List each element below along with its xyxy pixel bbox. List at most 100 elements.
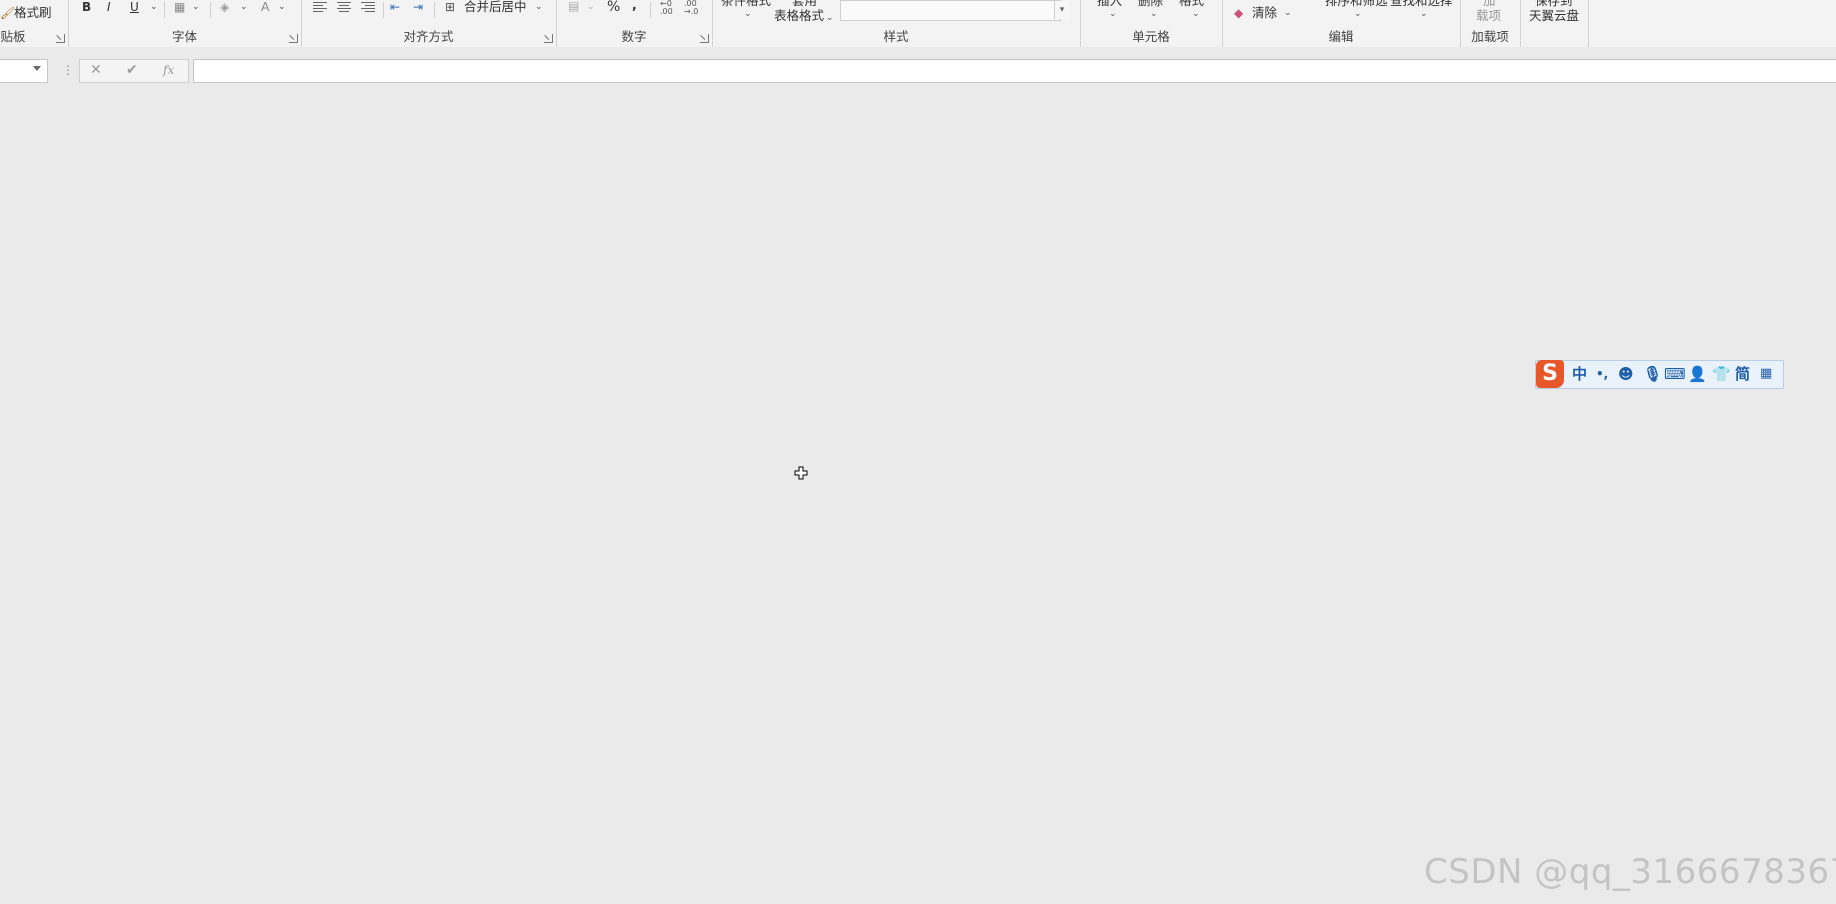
decrease-decimal-icon[interactable]: .00 →.0 (684, 0, 698, 16)
editing-group: ◆ 清除 ⌄ 排序和筛选 ⌄ 查找和选择 ⌄ 编辑 (1222, 0, 1461, 47)
styles-group-label: 样式 (883, 29, 909, 44)
addins-group: 加 载项 加载项 (1460, 0, 1521, 47)
resize-handle-icon[interactable]: ⋮ (62, 63, 74, 77)
styles-group: 条件格式 ⌄ 套用 表格格式 ⌄ ▾ 样式 (712, 0, 1081, 47)
fill-color-icon[interactable]: ◈ (220, 1, 229, 13)
clear-dropdown-icon[interactable]: ⌄ (1284, 8, 1292, 18)
insert-button[interactable]: 插入 (1097, 0, 1122, 8)
cells-group-label: 单元格 (1132, 29, 1170, 44)
delete-dropdown-icon[interactable]: ⌄ (1150, 9, 1158, 19)
font-group-label: 字体 (171, 29, 197, 44)
merge-center-button[interactable]: 合并后居中 (464, 0, 527, 14)
fill-color-dropdown-icon[interactable]: ⌄ (240, 2, 248, 12)
cells-group: 插入 ⌄ 删除 ⌄ 格式 ⌄ 单元格 (1080, 0, 1223, 47)
border-dropdown-icon[interactable]: ⌄ (192, 2, 200, 12)
number-launcher-icon[interactable] (700, 34, 709, 43)
sort-filter-button[interactable]: 排序和筛选 (1325, 0, 1388, 8)
find-select-dropdown-icon[interactable]: ⌄ (1420, 9, 1428, 19)
alignment-group-label: 对齐方式 (403, 29, 454, 44)
conditional-format-dropdown-icon[interactable]: ⌄ (744, 9, 752, 19)
bold-button[interactable]: B (82, 0, 91, 14)
align-center-icon[interactable] (337, 2, 351, 12)
formula-input[interactable] (193, 59, 1836, 83)
accounting-format-icon[interactable]: ▤ (568, 0, 579, 12)
addins-button-line1[interactable]: 加 (1483, 0, 1496, 8)
table-format-line1: 套用 (792, 0, 818, 8)
ime-lang-toggle[interactable]: 中 (1572, 364, 1587, 384)
underline-button[interactable]: U (130, 0, 139, 14)
watermark: CSDN @qq_3166678367 (1424, 852, 1836, 892)
cancel-icon[interactable]: ✕ (90, 62, 102, 78)
format-dropdown-icon[interactable]: ⌄ (1192, 9, 1200, 19)
formula-bar: ⋮ ✕ ✔ fx (0, 47, 1836, 95)
cell-styles-gallery[interactable] (840, 0, 1061, 21)
decrease-indent-icon[interactable]: ⇤ (390, 1, 400, 13)
comma-button[interactable]: , (632, 0, 637, 12)
ime-punct-toggle[interactable]: •, (1596, 364, 1608, 384)
separator (383, 2, 384, 18)
eraser-icon: ◆ (1234, 6, 1244, 20)
underline-dropdown-icon[interactable]: ⌄ (150, 2, 158, 12)
conditional-format-button[interactable]: 条件格式 (721, 0, 771, 8)
sort-filter-dropdown-icon[interactable]: ⌄ (1354, 9, 1362, 19)
separator (434, 2, 435, 18)
number-group-label: 数字 (621, 29, 647, 44)
ime-simplified-toggle[interactable]: 简 (1735, 364, 1750, 384)
addins-button-line2[interactable]: 载项 (1476, 9, 1501, 23)
insert-function-icon[interactable]: fx (163, 63, 174, 77)
increase-decimal-icon[interactable]: ←0.00 (660, 0, 673, 16)
border-icon[interactable]: ▦ (174, 1, 185, 13)
font-launcher-icon[interactable] (289, 34, 298, 43)
sogou-logo-icon[interactable]: S (1536, 360, 1564, 388)
toolbox-icon[interactable]: ▦ (1760, 364, 1772, 384)
name-box[interactable] (0, 59, 48, 83)
accounting-dropdown-icon[interactable]: ⌄ (587, 2, 595, 12)
separator (650, 2, 651, 18)
enter-icon[interactable]: ✔ (126, 62, 138, 78)
microphone-icon[interactable]: 🎙 (1643, 364, 1662, 384)
merge-center-icon[interactable]: ⊞ (445, 1, 455, 13)
gallery-more-icon[interactable]: ▾ (1054, 1, 1069, 19)
merge-center-dropdown-icon[interactable]: ⌄ (535, 2, 543, 12)
italic-button[interactable]: I (107, 0, 111, 14)
clipboard-group: 🖌 格式刷 粘贴板 (0, 0, 69, 47)
formula-buttons: ✕ ✔ fx (79, 59, 189, 83)
delete-button[interactable]: 删除 (1138, 0, 1163, 8)
number-group: ▤ ⌄ % , ←0.00 .00 →.0 数字 (556, 0, 713, 47)
cloud-group: 保存到 天翼云盘 (1520, 0, 1589, 47)
table-format-dropdown-icon: ⌄ (826, 13, 834, 23)
clipboard-launcher-icon[interactable] (56, 34, 65, 43)
user-icon[interactable]: 👤 (1688, 364, 1707, 384)
emoji-icon[interactable]: ☻ (1618, 364, 1634, 384)
separator (210, 2, 211, 18)
conditional-format-label: 条件格式 (721, 0, 772, 8)
font-color-button[interactable]: A (261, 0, 270, 14)
format-painter-icon: 🖌 (0, 6, 16, 20)
clipboard-label-text: 粘贴板 (0, 29, 26, 44)
separator (164, 2, 165, 18)
name-box-dropdown-icon[interactable] (33, 66, 41, 71)
clear-button[interactable]: 清除 (1252, 6, 1277, 20)
table-format-button[interactable]: 表格格式 ⌄ (774, 9, 834, 25)
font-group: B I U ⌄ ▦ ⌄ ◈ ⌄ A ⌄ 字体 (68, 0, 302, 47)
table-format-label: 表格格式 (774, 8, 825, 23)
alignment-group: ⇤ ⇥ ⊞ 合并后居中 ⌄ 对齐方式 (301, 0, 557, 47)
font-color-dropdown-icon[interactable]: ⌄ (278, 2, 286, 12)
insert-dropdown-icon[interactable]: ⌄ (1109, 9, 1117, 19)
save-cloud-line1[interactable]: 保存到 (1535, 0, 1573, 8)
alignment-launcher-icon[interactable] (544, 34, 553, 43)
save-cloud-button[interactable]: 天翼云盘 (1529, 9, 1579, 23)
align-right-icon[interactable] (361, 2, 375, 12)
skin-icon[interactable]: 👕 (1712, 364, 1731, 384)
find-select-button[interactable]: 查找和选择 (1390, 0, 1453, 8)
crosshair-cursor-icon (794, 466, 808, 480)
align-left-icon[interactable] (313, 2, 327, 12)
format-painter-button[interactable]: 格式刷 (14, 6, 52, 20)
addins-group-label: 加载项 (1471, 29, 1509, 44)
keyboard-icon[interactable]: ⌨ (1664, 364, 1686, 384)
ribbon: 🖌 格式刷 粘贴板 B I U ⌄ ▦ ⌄ ◈ ⌄ A ⌄ 字体 ⇤ ⇥ (0, 0, 1836, 48)
format-button[interactable]: 格式 (1179, 0, 1204, 8)
percent-button[interactable]: % (607, 0, 620, 14)
increase-indent-icon[interactable]: ⇥ (413, 1, 423, 13)
clipboard-group-label: 粘贴板 (0, 26, 28, 45)
